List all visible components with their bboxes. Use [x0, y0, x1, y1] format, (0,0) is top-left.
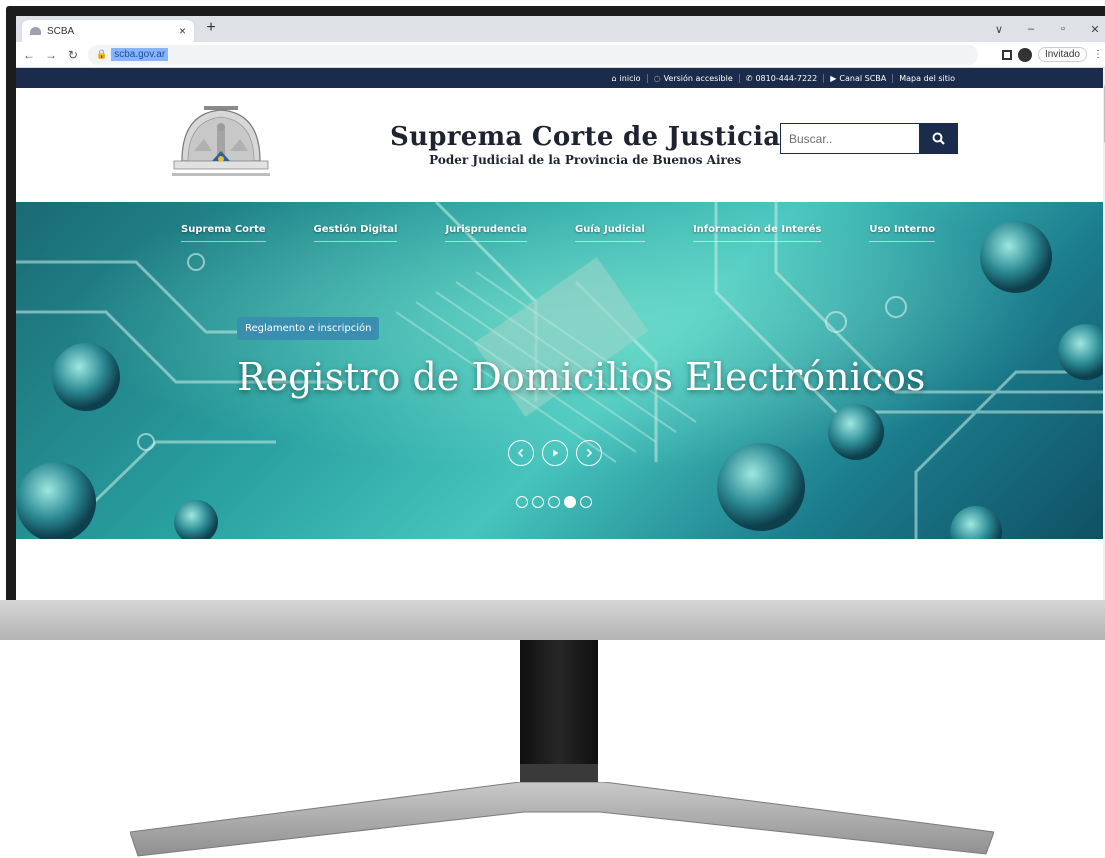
utility-link-inicio[interactable]: ⌂ inicio — [605, 74, 646, 83]
utility-bar: ⌂ inicio ◌ Versión accesible ✆ 0810-444-722… — [16, 68, 1105, 88]
previous-slide-button[interactable] — [508, 440, 534, 466]
nav-uso-interno[interactable]: Uso Interno — [869, 224, 936, 242]
hero-carousel: Suprema Corte Gestión Digital Jurisprude… — [16, 202, 1105, 539]
site-subtitle: Poder Judicial de la Provincia de Buenos… — [429, 153, 742, 167]
monitor-bezel: SCBA × + ∨ – ▫ ✕ ← → ↻ 🔒 scba.gov.ar Inv… — [6, 6, 1105, 608]
carousel-controls — [508, 440, 602, 466]
new-tab-button[interactable]: + — [201, 19, 221, 37]
youtube-icon: ▶ — [830, 73, 837, 83]
monitor-bottom-bezel — [0, 600, 1105, 640]
search-icon — [932, 132, 945, 145]
chevron-left-icon — [517, 448, 524, 458]
close-window-button[interactable]: ✕ — [1079, 23, 1105, 36]
next-slide-button[interactable] — [576, 440, 602, 466]
tab-title: SCBA — [47, 25, 75, 37]
carousel-dot[interactable] — [580, 496, 592, 508]
nav-jurisprudencia[interactable]: Jurisprudencia — [445, 224, 527, 242]
play-icon — [553, 449, 559, 457]
favicon-icon — [30, 27, 41, 35]
utility-link-mapa[interactable]: Mapa del sitio — [892, 73, 961, 83]
carousel-dot[interactable] — [548, 496, 560, 508]
tab-strip: SCBA × + ∨ – ▫ ✕ — [16, 16, 1105, 42]
tab-search-button[interactable]: ∨ — [983, 23, 1015, 36]
play-slides-button[interactable] — [542, 440, 568, 466]
url-text[interactable]: scba.gov.ar — [111, 48, 169, 61]
search-input[interactable] — [780, 123, 919, 154]
back-icon[interactable]: ← — [20, 48, 38, 62]
nav-guia-judicial[interactable]: Guía Judicial — [574, 224, 645, 242]
phone-icon: ✆ — [745, 73, 753, 83]
nav-informacion-interes[interactable]: Información de Interés — [692, 224, 822, 242]
site-title-main: Suprema Corte de Justicia — [390, 122, 781, 152]
monitor-stand-band — [520, 764, 598, 784]
browser-tab[interactable]: SCBA × — [22, 20, 194, 42]
omnibox[interactable]: 🔒 scba.gov.ar — [88, 44, 978, 65]
profile-avatar-icon[interactable] — [1017, 47, 1032, 62]
utility-link-phone[interactable]: ✆ 0810-444-7222 — [738, 73, 823, 83]
site-title: Suprema Corte de Justicia Poder Judicial… — [390, 122, 780, 167]
profile-area: Invitado ⋮ — [1001, 47, 1105, 62]
carousel-dots — [516, 496, 592, 508]
low-vision-icon: ◌ — [653, 73, 661, 83]
minimize-button[interactable]: – — [1015, 23, 1047, 35]
utility-link-canal[interactable]: ▶ Canal SCBA — [823, 73, 892, 83]
carousel-dot[interactable] — [532, 496, 544, 508]
side-panel-icon[interactable] — [1001, 49, 1012, 60]
carousel-dot-active[interactable] — [564, 496, 576, 508]
browser-window: SCBA × + ∨ – ▫ ✕ ← → ↻ 🔒 scba.gov.ar Inv… — [16, 16, 1105, 608]
monitor-stand-base — [130, 782, 994, 857]
menu-kebab-icon[interactable]: ⋮ — [1093, 49, 1103, 60]
profile-button[interactable]: Invitado — [1037, 47, 1087, 62]
provincial-seal-logo[interactable] — [168, 103, 274, 181]
photo-of-monitor: SCBA × + ∨ – ▫ ✕ ← → ↻ 🔒 scba.gov.ar Inv… — [0, 0, 1105, 858]
chevron-right-icon — [586, 448, 593, 458]
content-area: Actualidad — [16, 539, 1105, 608]
tab-close-button[interactable]: × — [179, 24, 186, 38]
hero-badge[interactable]: Reglamento e inscripción — [237, 317, 380, 340]
utility-link-accesible[interactable]: ◌ Versión accesible — [646, 73, 739, 83]
window-controls: ∨ – ▫ ✕ — [983, 16, 1105, 42]
restore-button[interactable]: ▫ — [1047, 23, 1079, 35]
address-bar: ← → ↻ 🔒 scba.gov.ar Invitado ⋮ — [16, 42, 1105, 68]
forward-icon[interactable]: → — [42, 48, 60, 62]
lock-icon[interactable]: 🔒 — [96, 49, 107, 60]
nav-suprema-corte[interactable]: Suprema Corte — [181, 224, 266, 242]
search-form — [780, 123, 958, 154]
web-page: ⌂ inicio ◌ Versión accesible ✆ 0810-444-722… — [16, 68, 1105, 608]
nav-gestion-digital[interactable]: Gestión Digital — [313, 224, 398, 242]
hero-title[interactable]: Registro de Domicilios Electrónicos — [237, 355, 925, 399]
site-header: Suprema Corte de Justicia Poder Judicial… — [16, 88, 1105, 202]
main-nav: Suprema Corte Gestión Digital Jurisprude… — [16, 224, 1105, 242]
carousel-dot[interactable] — [516, 496, 528, 508]
home-icon: ⌂ — [611, 73, 617, 83]
search-button[interactable] — [919, 123, 958, 154]
reload-icon[interactable]: ↻ — [64, 48, 82, 62]
